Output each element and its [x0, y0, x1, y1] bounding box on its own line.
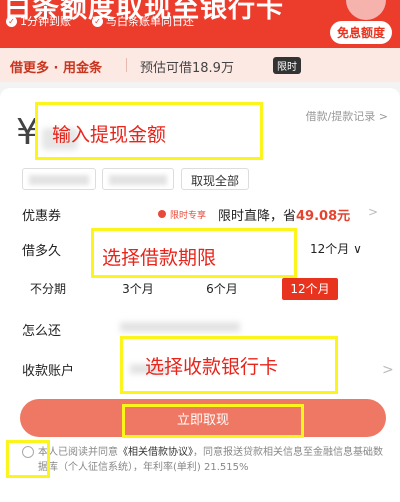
annotation-box-agreement [6, 440, 50, 478]
agreement-prefix: 本人已阅读并同意 [38, 447, 118, 458]
limited-time-badge: 限时 [273, 57, 301, 74]
term-option[interactable]: 不分期 [22, 278, 74, 300]
quick-amount-chip[interactable] [22, 168, 96, 190]
account-label: 收款账户 [22, 364, 75, 379]
coupon-saving: 49.08元 [296, 209, 351, 224]
repay-plan-blurred[interactable] [120, 322, 240, 332]
promo-banner[interactable]: 借更多 · 用金条 预估可借18.9万 限时 [0, 48, 400, 82]
chip-blurred-value [29, 175, 89, 185]
term-option[interactable]: 6个月 [196, 278, 248, 300]
agreement-link[interactable]: 《相关借款协议》 [118, 447, 193, 458]
repay-label: 怎么还 [22, 324, 62, 339]
chip-blurred-value [109, 175, 167, 185]
agreement-text: 本人已阅读并同意《相关借款协议》，同意报送贷款相关信息至金融信息基础数据库（个人… [38, 445, 386, 475]
term-option-selected[interactable]: 12个月 [282, 278, 338, 300]
coupon-tag: 限时专享 [170, 211, 207, 221]
chevron-right-icon: > [368, 205, 379, 219]
coupon-selector[interactable]: 限时直降，省49.08元 [218, 205, 350, 224]
check-icon: ✓ [92, 15, 103, 27]
chevron-right-icon: > [382, 362, 394, 378]
promo-divider [126, 58, 127, 72]
free-quota-button[interactable]: 免息额度 [329, 21, 392, 44]
withdraw-all-label: 取现全部 [190, 174, 239, 188]
annotation-label-account: 选择收款银行卡 [145, 356, 279, 378]
coupon-icon [158, 210, 166, 218]
annotation-box-cta [122, 404, 304, 438]
annotation-label-term: 选择借款期限 [102, 247, 217, 269]
term-option[interactable]: 3个月 [112, 278, 164, 300]
coupon-label: 优惠券 [22, 209, 62, 224]
annotation-label-amount: 输入提现金额 [52, 124, 167, 146]
feature-badge-repay: ✓ 与白条账单同日还 [92, 13, 194, 29]
check-icon: ✓ [6, 15, 17, 27]
feature-text-repay: 与白条账单同日还 [106, 15, 194, 28]
mascot-icon [346, 0, 386, 20]
promo-title: 借更多 · 用金条 [10, 61, 102, 76]
feature-badge-fast: ✓ 1分钟到账 [6, 13, 71, 29]
term-dropdown[interactable]: 12个月 ∨ [310, 240, 362, 257]
term-label: 借多久 [22, 244, 62, 259]
promo-estimate: 预估可借18.9万 [140, 61, 234, 76]
page-header: 白条额度取现至银行卡 ✓ 1分钟到账 ✓ 与白条账单同日还 免息额度 [0, 0, 400, 48]
coupon-text: 限时直降，省 [218, 209, 297, 224]
feature-text-fast: 1分钟到账 [20, 15, 71, 28]
withdraw-all-button[interactable]: 取现全部 [181, 168, 249, 190]
quick-amount-chip[interactable] [102, 168, 174, 190]
loan-record-link[interactable]: 借款/提款记录 > [306, 108, 388, 124]
